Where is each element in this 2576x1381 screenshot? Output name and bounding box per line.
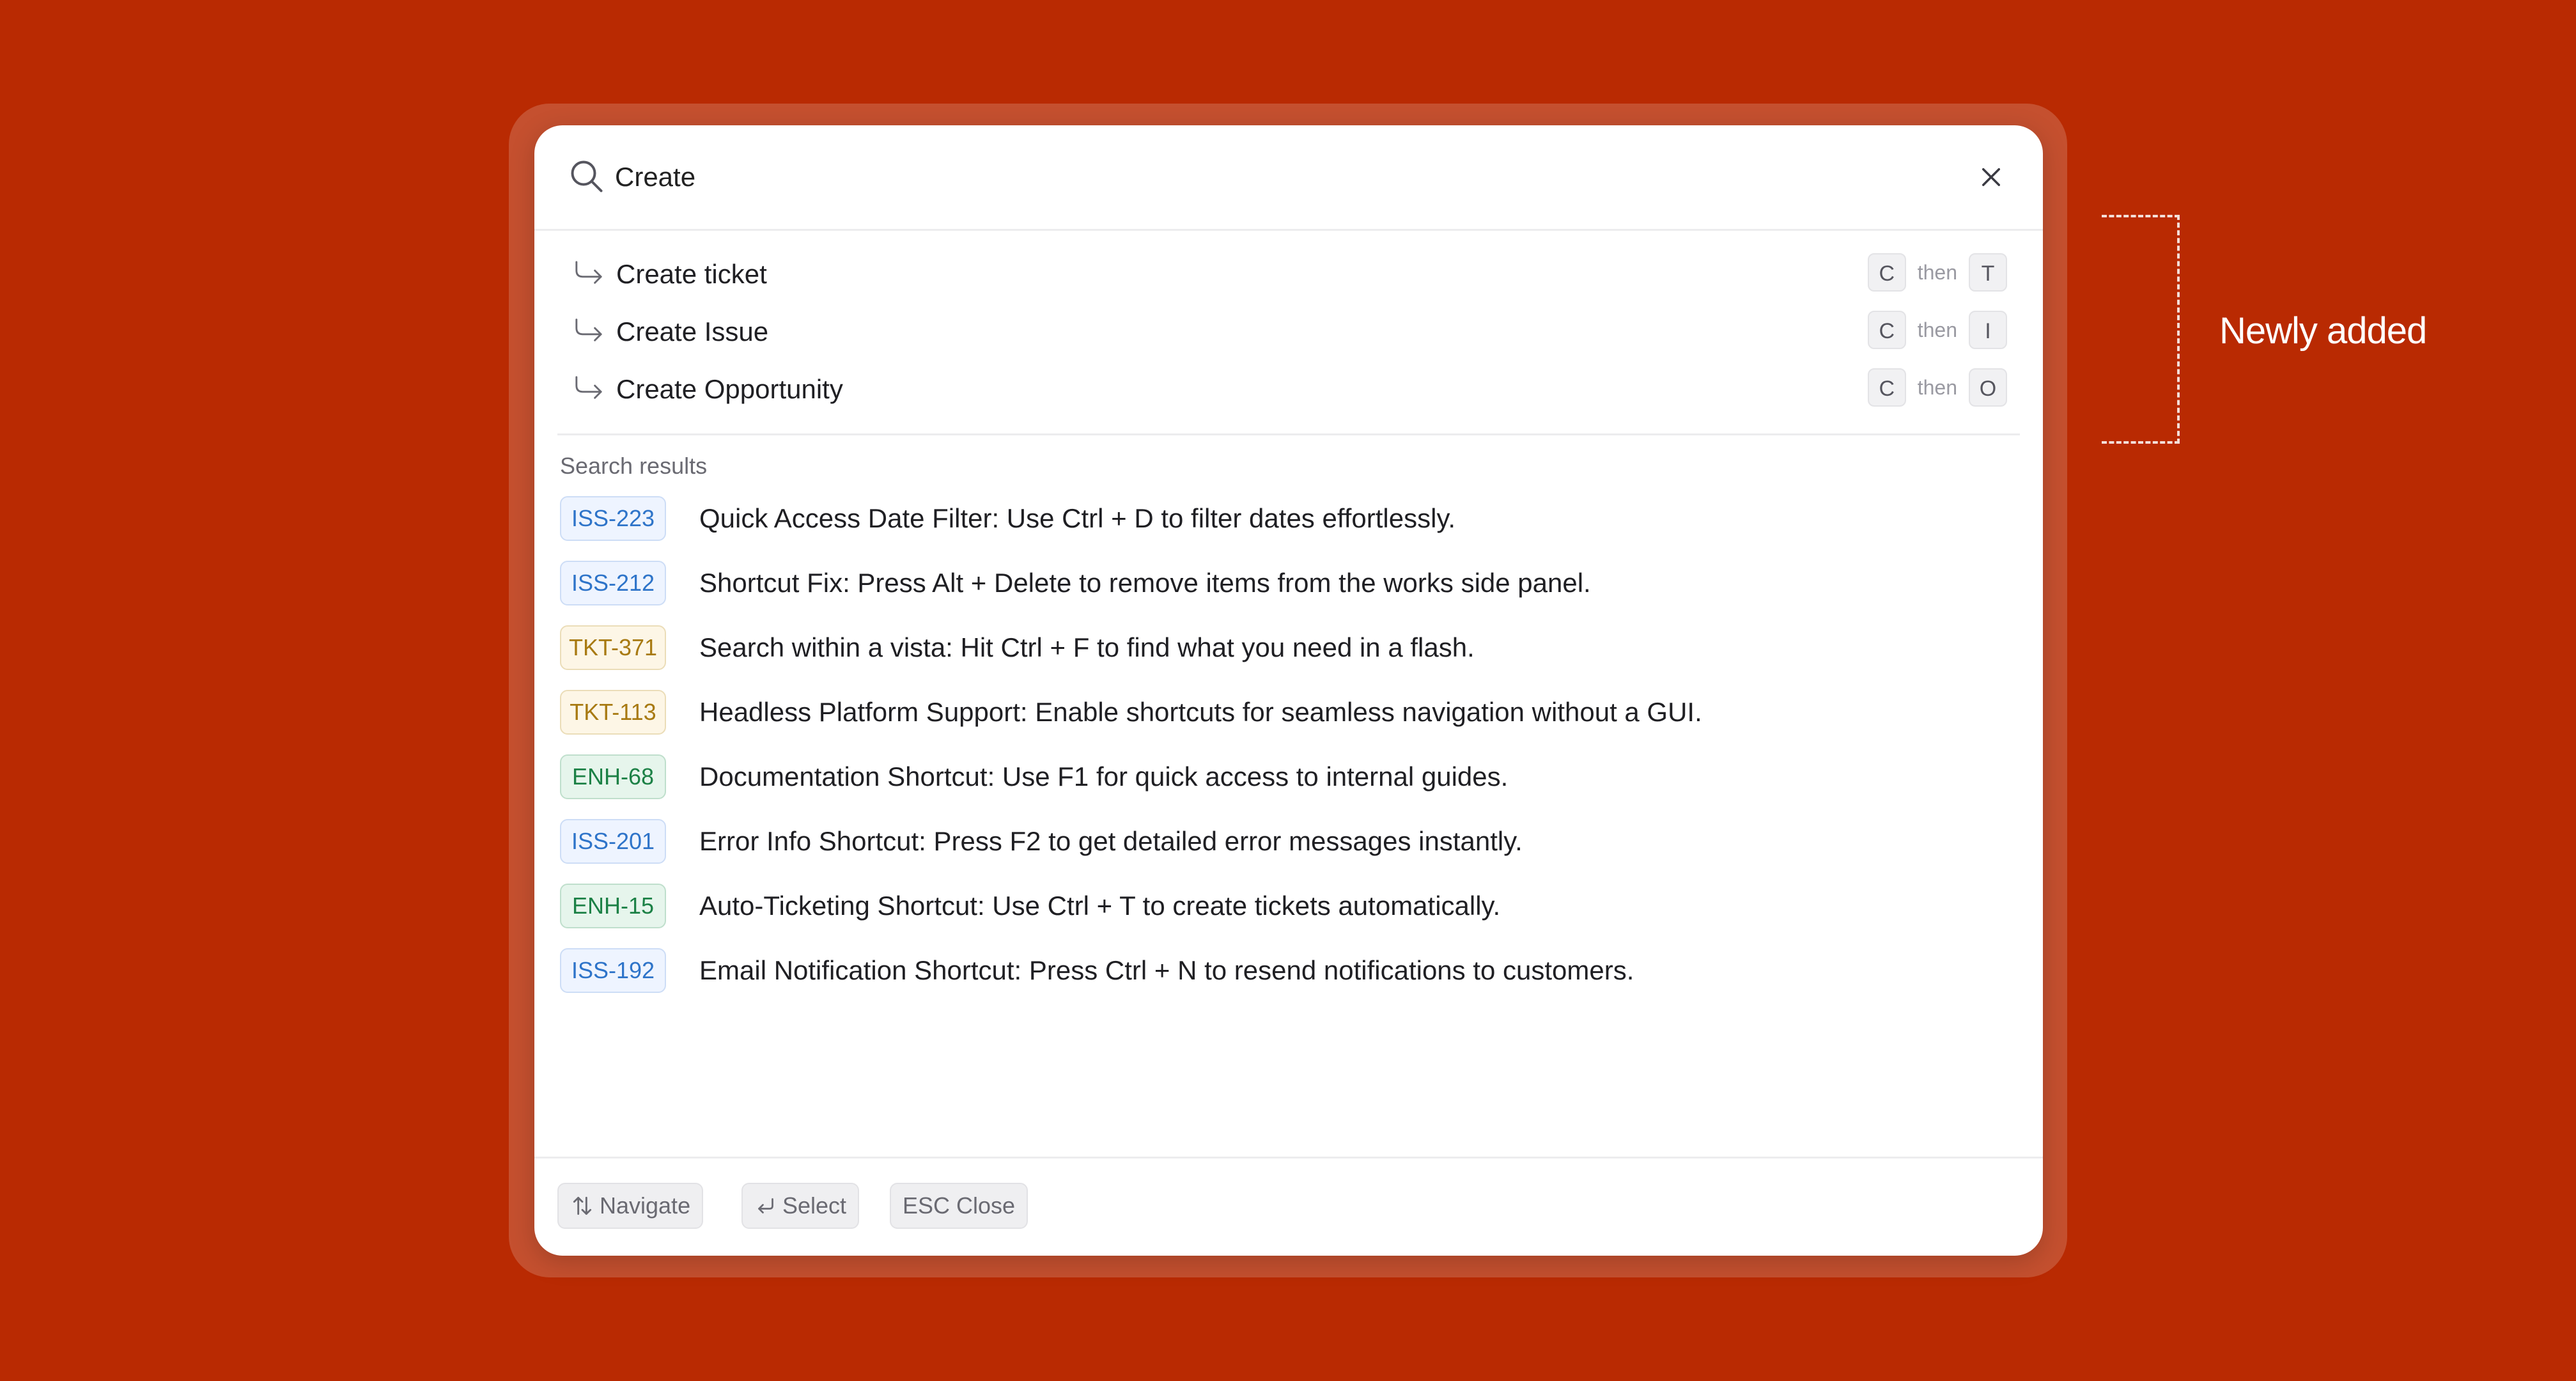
result-item[interactable]: ISS-212 Shortcut Fix: Press Alt + Delete… [560,561,2017,625]
enhancement-id-badge: ENH-15 [560,884,666,928]
result-title: Documentation Shortcut: Use F1 for quick… [699,761,1509,792]
result-item[interactable]: ISS-201 Error Info Shortcut: Press F2 to… [560,819,2017,884]
command-list: Create ticket C then T Create Issue C th… [534,244,2043,417]
footer-bar: Navigate Select ESC Close [534,1157,2043,1256]
command-label: Create Opportunity [616,374,843,404]
select-hint-button[interactable]: Select [741,1183,860,1229]
result-title: Error Info Shortcut: Press F2 to get det… [699,826,1523,856]
shortcut-key: C [1867,253,1906,292]
issue-id-badge: ISS-223 [560,496,666,541]
navigate-hint-button[interactable]: Navigate [557,1183,704,1229]
shortcut-keys: C then I [1867,311,2007,349]
annotation-label: Newly added [2219,310,2427,352]
ticket-id-badge: TKT-113 [560,690,666,735]
search-bar [534,125,2043,231]
close-label: ESC Close [903,1192,1016,1219]
enter-arrow-icon [575,261,602,284]
up-down-arrows-icon [573,1196,592,1215]
ticket-id-badge: TKT-371 [560,625,666,670]
result-item[interactable]: ISS-223 Quick Access Date Filter: Use Ct… [560,496,2017,561]
result-item[interactable]: TKT-113 Headless Platform Support: Enabl… [560,690,2017,754]
result-title: Shortcut Fix: Press Alt + Delete to remo… [699,568,1591,598]
shortcut-keys: C then T [1867,253,2007,292]
command-label: Create Issue [616,316,769,347]
enter-arrow-icon [575,376,602,399]
select-label: Select [782,1192,847,1219]
navigate-label: Navigate [600,1192,691,1219]
shortcut-keys: C then O [1867,368,2007,407]
enter-arrow-icon [575,318,602,341]
result-item[interactable]: ENH-68 Documentation Shortcut: Use F1 fo… [560,754,2017,819]
result-title: Quick Access Date Filter: Use Ctrl + D t… [699,503,1455,533]
enhancement-id-badge: ENH-68 [560,754,666,799]
search-input[interactable] [615,153,1829,201]
result-title: Auto-Ticketing Shortcut: Use Ctrl + T to… [699,891,1501,921]
result-item[interactable]: ISS-192 Email Notification Shortcut: Pre… [560,948,2017,1013]
shortcut-key: T [1969,253,2007,292]
shortcut-then: then [1917,260,1957,284]
shortcut-key: C [1867,368,1906,407]
command-palette: Create ticket C then T Create Issue C th… [534,125,2043,1256]
issue-id-badge: ISS-201 [560,819,666,864]
result-title: Headless Platform Support: Enable shortc… [699,697,1702,727]
command-item[interactable]: Create ticket C then T [534,244,2043,302]
command-item[interactable]: Create Issue C then I [534,302,2043,359]
result-item[interactable]: ENH-15 Auto-Ticketing Shortcut: Use Ctrl… [560,884,2017,948]
search-results: ISS-223 Quick Access Date Filter: Use Ct… [560,496,2017,1013]
shortcut-key: C [1867,311,1906,349]
shortcut-then: then [1917,318,1957,341]
command-item[interactable]: Create Opportunity C then O [534,359,2043,417]
return-icon [758,1198,773,1213]
section-title: Search results [560,453,708,479]
issue-id-badge: ISS-192 [560,948,666,993]
shortcut-then: then [1917,375,1957,399]
issue-id-badge: ISS-212 [560,561,666,605]
shortcut-key: I [1969,311,2007,349]
result-title: Search within a vista: Hit Ctrl + F to f… [699,632,1475,662]
shortcut-key: O [1969,368,2007,407]
command-label: Create ticket [616,259,767,289]
annotation-bracket [2102,215,2180,444]
result-item[interactable]: TKT-371 Search within a vista: Hit Ctrl … [560,625,2017,690]
divider [557,433,2020,435]
close-hint-button[interactable]: ESC Close [890,1183,1028,1229]
result-title: Email Notification Shortcut: Press Ctrl … [699,955,1634,985]
